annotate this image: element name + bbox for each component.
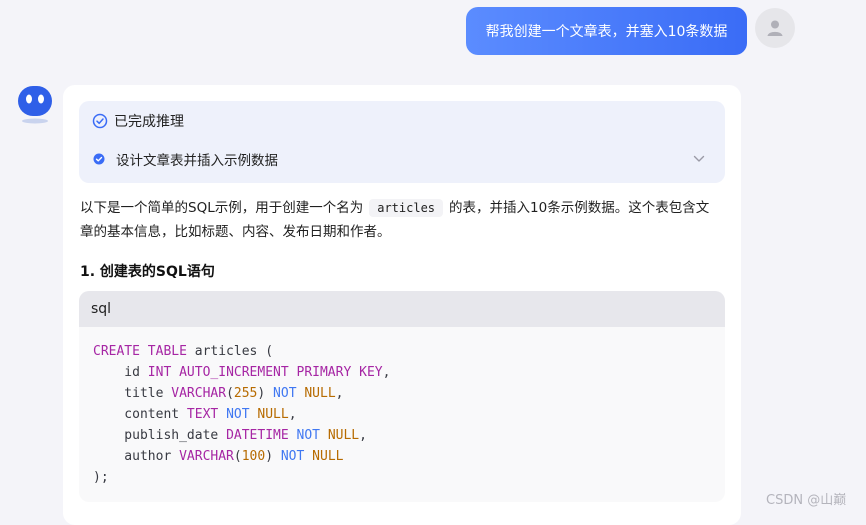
code-line: id INT AUTO_INCREMENT PRIMARY KEY, bbox=[93, 362, 725, 383]
reasoning-step[interactable]: 设计文章表并插入示例数据 bbox=[92, 149, 278, 169]
code-token: INT AUTO_INCREMENT PRIMARY KEY bbox=[147, 365, 383, 380]
code-token: NOT bbox=[273, 386, 297, 401]
inline-code-table-name: articles bbox=[369, 199, 444, 217]
code-token: DATETIME bbox=[226, 428, 289, 443]
code-token: ) bbox=[257, 386, 274, 401]
user-message-text: 帮我创建一个文章表，并塞入10条数据 bbox=[485, 24, 728, 40]
code-token: NULL bbox=[257, 407, 289, 422]
section-title: 1. 创建表的SQL语句 bbox=[80, 264, 215, 280]
code-token: , bbox=[382, 365, 391, 380]
code-token: CREATE TABLE bbox=[93, 344, 187, 359]
code-token: publish_date bbox=[93, 428, 227, 443]
code-token: , bbox=[288, 407, 297, 422]
code-token: VARCHAR bbox=[179, 449, 234, 464]
bot-avatar bbox=[14, 84, 56, 126]
user-silhouette-icon bbox=[767, 20, 783, 36]
code-token: VARCHAR bbox=[171, 386, 227, 401]
answer-intro: 以下是一个简单的SQL示例，用于创建一个名为 articles 的表，并插入10条示… bbox=[80, 196, 722, 244]
code-token: title bbox=[93, 386, 172, 401]
code-token: articles ( bbox=[186, 344, 274, 359]
code-token: ( bbox=[233, 449, 242, 464]
reasoning-status: 已完成推理 bbox=[92, 111, 184, 131]
code-token: , bbox=[359, 428, 367, 443]
code-token: , bbox=[335, 386, 344, 401]
expand-reasoning-button[interactable] bbox=[690, 150, 708, 168]
code-token: content bbox=[93, 407, 187, 422]
code-token: ) bbox=[265, 449, 281, 464]
robot-face-icon bbox=[18, 86, 52, 124]
user-avatar[interactable] bbox=[755, 8, 795, 48]
reasoning-status-label: 已完成推理 bbox=[114, 114, 184, 130]
code-line: content TEXT NOT NULL, bbox=[93, 404, 725, 425]
intro-text-before: 以下是一个简单的SQL示例，用于创建一个名为 bbox=[80, 200, 364, 216]
code-token: NULL bbox=[304, 386, 336, 401]
code-line: title VARCHAR(255) NOT NULL, bbox=[93, 383, 725, 404]
code-token: id bbox=[93, 365, 148, 380]
code-line: CREATE TABLE articles ( bbox=[93, 341, 725, 362]
code-token: 255 bbox=[233, 386, 258, 401]
code-content[interactable]: CREATE TABLE articles ( id INT AUTO_INCR… bbox=[79, 327, 725, 488]
check-dot-icon bbox=[93, 153, 105, 165]
code-token: NOT bbox=[226, 407, 250, 422]
code-token: TEXT bbox=[186, 407, 219, 422]
code-line: publish_date DATETIME NOT NULL, bbox=[93, 425, 725, 446]
code-token: ); bbox=[93, 470, 109, 485]
code-token: NOT bbox=[280, 449, 305, 464]
code-block-header: sql bbox=[79, 291, 725, 327]
code-language-label: sql bbox=[91, 301, 112, 317]
watermark: CSDN @山巅 bbox=[766, 493, 847, 508]
code-token: 100 bbox=[241, 449, 266, 464]
code-token: ( bbox=[226, 386, 234, 401]
code-line: ); bbox=[93, 467, 725, 488]
user-message-bubble: 帮我创建一个文章表，并塞入10条数据 bbox=[466, 7, 747, 55]
code-token: NULL bbox=[327, 428, 360, 443]
chevron-down-icon bbox=[693, 155, 705, 162]
code-line: author VARCHAR(100) NOT NULL bbox=[93, 446, 725, 467]
code-token: NOT bbox=[296, 428, 320, 443]
reasoning-step-label: 设计文章表并插入示例数据 bbox=[116, 153, 278, 169]
code-block: sql CREATE TABLE articles ( id INT AUTO_… bbox=[79, 291, 725, 502]
code-token: NULL bbox=[312, 449, 344, 464]
code-token: author bbox=[93, 449, 180, 464]
check-circle-icon bbox=[92, 113, 108, 129]
